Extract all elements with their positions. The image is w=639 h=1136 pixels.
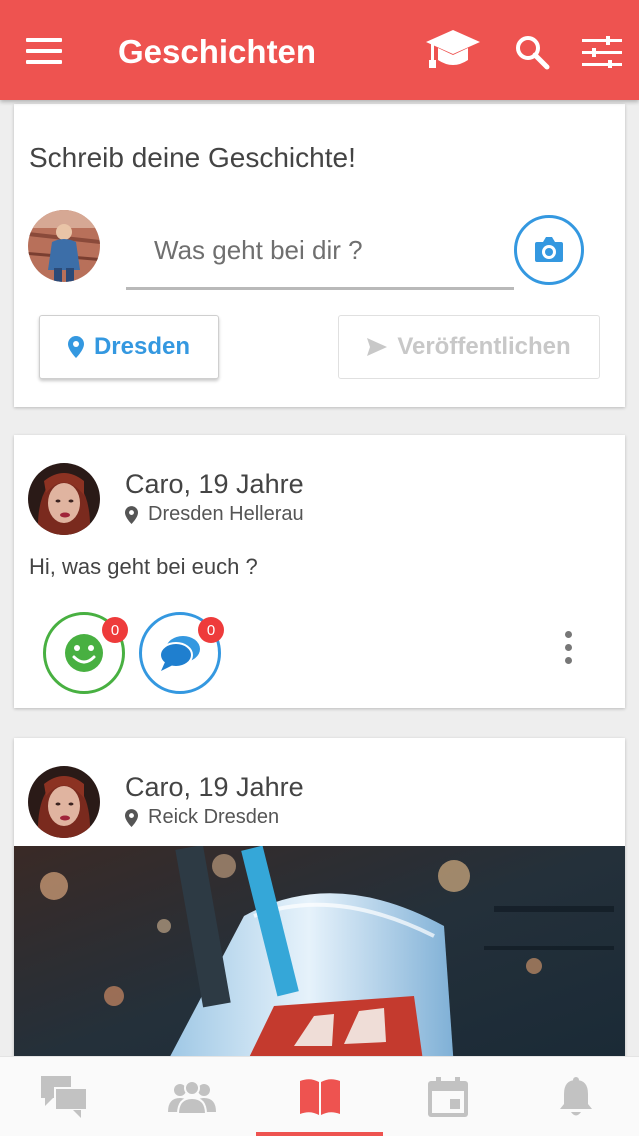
people-icon <box>167 1080 216 1114</box>
location-button[interactable]: Dresden <box>39 315 219 379</box>
tab-stories[interactable] <box>256 1057 383 1136</box>
post-author-avatar[interactable] <box>28 766 100 838</box>
tab-notifications[interactable] <box>512 1057 639 1136</box>
location-pin-icon <box>125 505 138 524</box>
chat-bubbles-icon <box>159 636 200 671</box>
more-options-icon[interactable] <box>562 631 574 667</box>
bottom-navigation <box>0 1056 639 1136</box>
send-icon <box>367 338 388 356</box>
compose-heading: Schreib deine Geschichte! <box>29 142 356 173</box>
tab-events[interactable] <box>384 1057 511 1136</box>
post-location-label: Reick Dresden <box>148 806 280 828</box>
tab-people[interactable] <box>128 1057 255 1136</box>
filter-sliders-icon[interactable] <box>582 36 622 68</box>
story-input[interactable] <box>126 220 514 280</box>
smiley-icon <box>65 634 103 672</box>
comment-button[interactable]: 0 <box>139 612 224 694</box>
tab-chats[interactable] <box>0 1057 127 1136</box>
chat-icon <box>40 1076 87 1118</box>
location-pin-icon <box>125 808 138 827</box>
post-location-label: Dresden Hellerau <box>148 503 304 525</box>
calendar-icon <box>427 1077 468 1117</box>
post-text: Hi, was geht bei euch ? <box>29 554 258 579</box>
post-location: Reick Dresden <box>125 806 279 829</box>
like-count-badge: 0 <box>102 617 128 643</box>
publish-label: Veröffentlichen <box>397 333 571 360</box>
story-input-wrapper <box>126 220 514 290</box>
publish-button[interactable]: Veröffentlichen <box>338 315 600 379</box>
page-title: Geschichten <box>118 33 317 70</box>
camera-button[interactable] <box>514 215 584 285</box>
user-avatar[interactable] <box>28 210 100 282</box>
menu-icon[interactable] <box>26 38 62 66</box>
app-bar: Geschichten <box>0 0 639 100</box>
post-photo[interactable] <box>14 846 625 1068</box>
bell-icon <box>559 1077 592 1116</box>
post-author-name[interactable]: Caro, 19 Jahre <box>125 469 304 500</box>
post-card: Caro, 19 Jahre Dresden Hellerau Hi, was … <box>14 435 625 708</box>
book-icon <box>299 1079 340 1115</box>
graduation-cap-icon[interactable] <box>424 28 482 72</box>
post-author-name[interactable]: Caro, 19 Jahre <box>125 772 304 803</box>
location-label: Dresden <box>93 333 191 360</box>
like-button[interactable]: 0 <box>43 612 128 694</box>
location-pin-icon <box>67 336 84 358</box>
compose-card: Schreib deine Geschichte! Dresden <box>14 104 625 407</box>
post-author-avatar[interactable] <box>28 463 100 535</box>
post-card: Caro, 19 Jahre Reick Dresden <box>14 738 625 1068</box>
post-location: Dresden Hellerau <box>125 503 304 526</box>
comment-count-badge: 0 <box>198 617 224 643</box>
camera-icon <box>535 237 563 262</box>
search-icon[interactable] <box>514 34 550 70</box>
